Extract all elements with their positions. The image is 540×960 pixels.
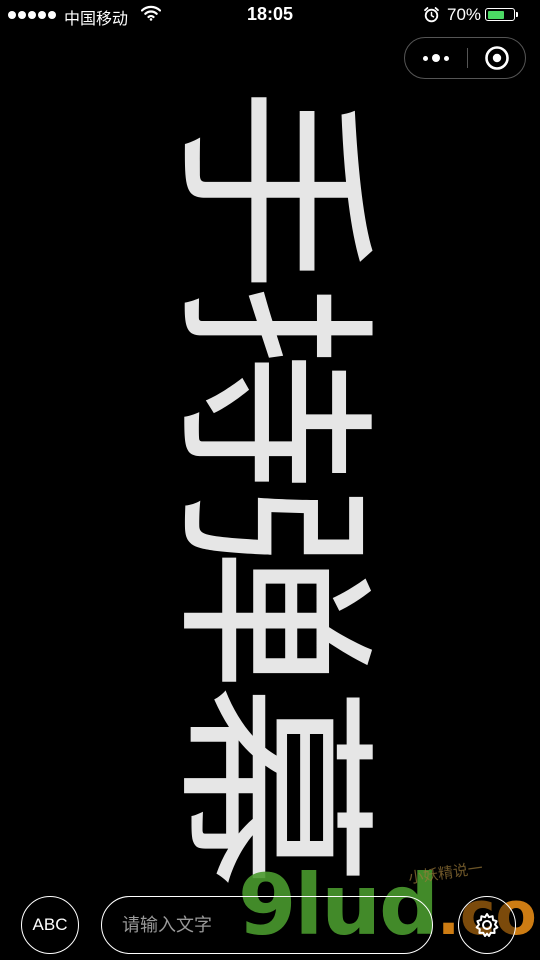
battery-percentage: 70%	[447, 5, 482, 24]
watermark-small-text: 小妖精说一	[407, 858, 484, 888]
danmaku-text-input[interactable]	[101, 896, 433, 954]
mini-program-capsule	[404, 37, 526, 79]
battery-icon	[485, 8, 515, 21]
more-dots-icon[interactable]	[405, 38, 467, 78]
target-circle-icon[interactable]	[468, 38, 525, 78]
screen: 中国移动 18:05 70% 手持弹幕 9lud.co 小妖精说一 ABC 请输…	[0, 0, 540, 960]
text-style-button[interactable]: ABC	[21, 896, 79, 954]
alarm-icon	[423, 6, 440, 28]
battery-tip	[516, 12, 518, 17]
gear-icon	[475, 913, 499, 937]
status-bar: 中国移动 18:05 70%	[0, 0, 540, 30]
banner-text: 手持弹幕	[151, 87, 390, 883]
battery-level-fill	[487, 10, 505, 19]
settings-button[interactable]	[458, 896, 516, 954]
